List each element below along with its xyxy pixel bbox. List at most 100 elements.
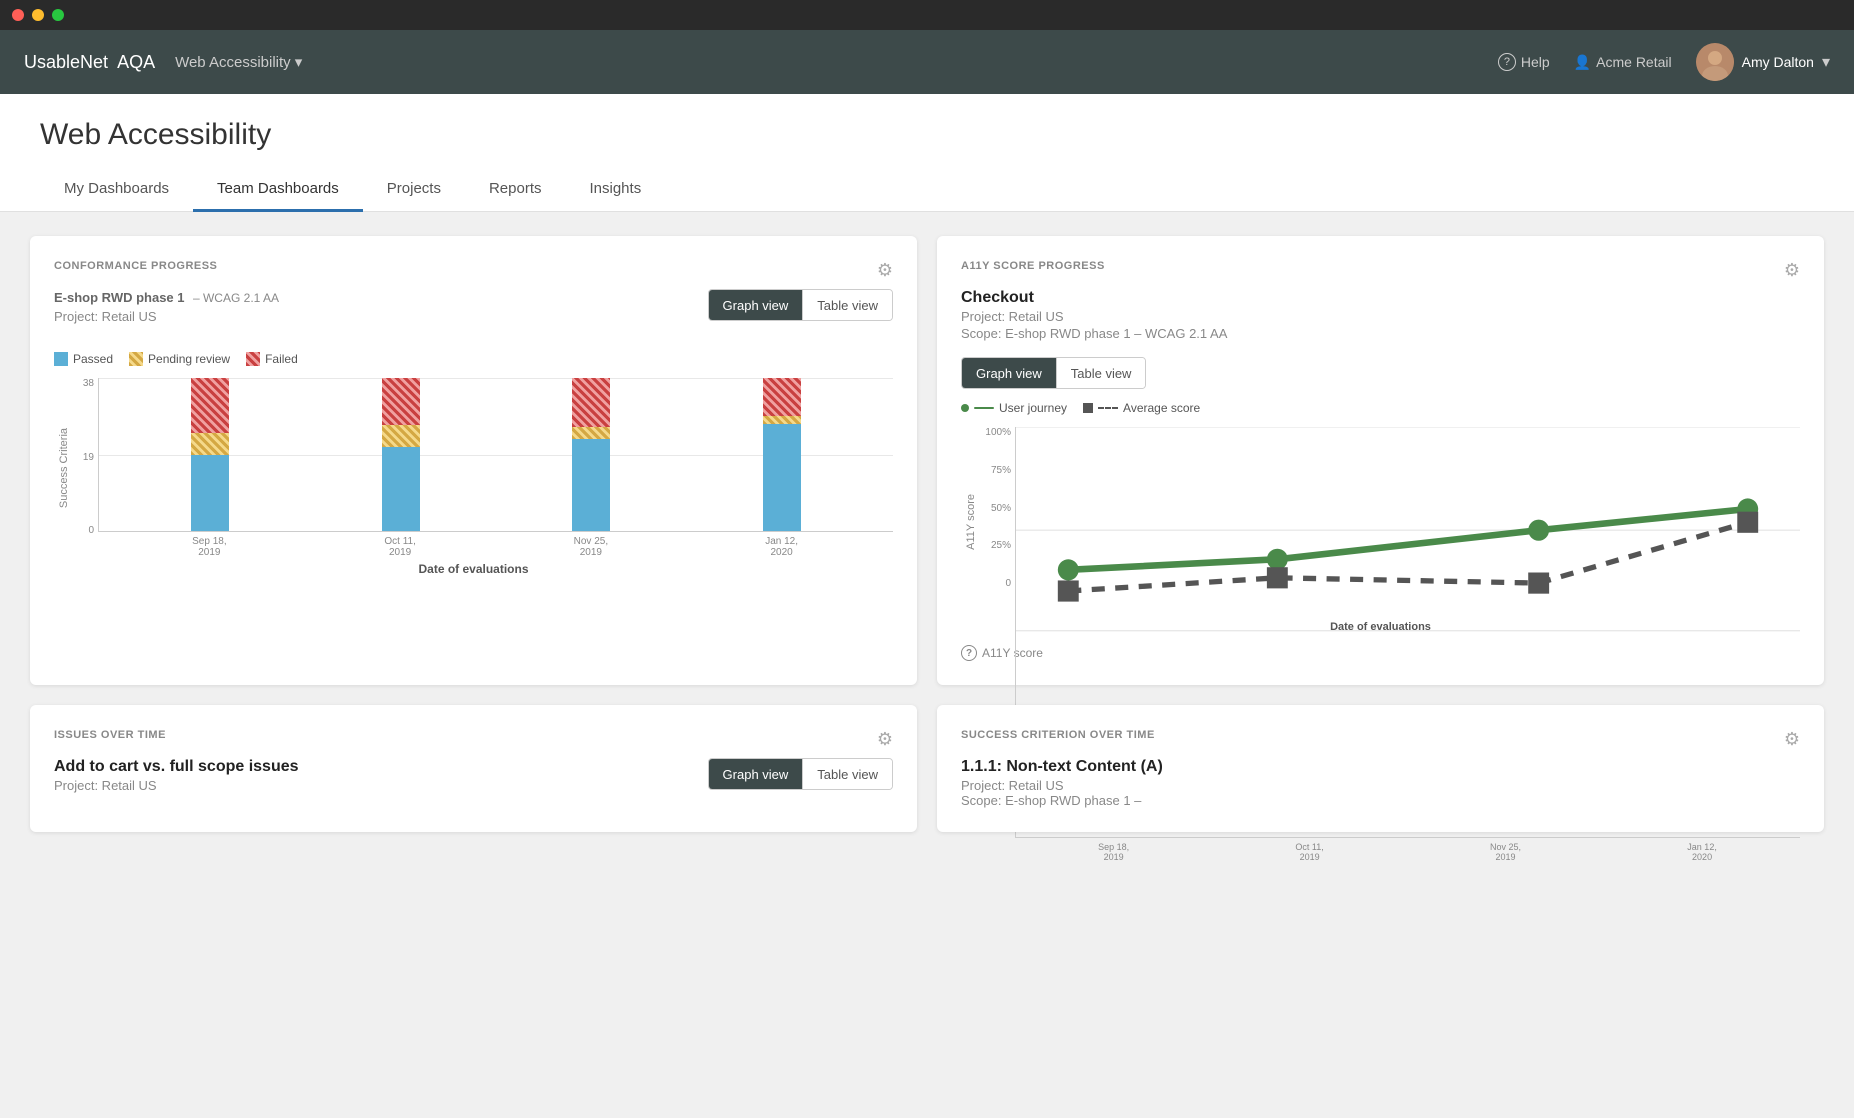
a11y-legend: User journey Average score xyxy=(961,401,1800,415)
success-criterion-card: SUCCESS CRITERION OVER TIME ⚙ 1.1.1: Non… xyxy=(937,705,1824,832)
a11y-score-card: A11Y SCORE PROGRESS ⚙ Checkout Project: … xyxy=(937,236,1824,685)
issues-over-time-card: ISSUES OVER TIME ⚙ Add to cart vs. full … xyxy=(30,705,917,832)
a11y-x-sep18: Sep 18,2019 xyxy=(1098,842,1129,862)
y-pct-0: 0 xyxy=(1005,578,1011,589)
issues-table-view-button[interactable]: Table view xyxy=(803,759,892,789)
x-axis-title: Date of evaluations xyxy=(54,562,893,576)
conformance-card-header: CONFORMANCE PROGRESS ⚙ xyxy=(54,260,893,281)
titlebar xyxy=(0,0,1854,30)
dashboard-cards: CONFORMANCE PROGRESS ⚙ E-shop RWD phase … xyxy=(0,212,1854,856)
success-title: 1.1.1: Non-text Content (A) xyxy=(961,758,1800,776)
x-label-oct11: Oct 11,2019 xyxy=(376,536,424,558)
passed-color xyxy=(54,352,68,366)
y-pct-100: 100% xyxy=(985,427,1011,438)
bars-group xyxy=(99,378,893,531)
y-pct-25: 25% xyxy=(991,540,1011,551)
nav-left: UsableNet AQA Web Accessibility ▾ xyxy=(24,52,302,73)
nav-right: ? Help 👤 Acme Retail Amy Dalton ▾ xyxy=(1498,43,1830,81)
a11y-project-title: Checkout xyxy=(961,289,1800,307)
top-navigation: UsableNet AQA Web Accessibility ▾ ? Help… xyxy=(0,30,1854,94)
tab-team-dashboards[interactable]: Team Dashboards xyxy=(193,168,363,212)
info-icon: ? xyxy=(961,645,977,661)
success-card-header: SUCCESS CRITERION OVER TIME ⚙ xyxy=(961,729,1800,750)
user-journey-dot xyxy=(961,404,969,412)
conformance-project-name: Project: Retail US xyxy=(54,309,279,324)
bar-chart-plot xyxy=(98,378,893,532)
a11y-x-oct11: Oct 11,2019 xyxy=(1295,842,1323,862)
a11y-y-axis-title: A11Y score xyxy=(961,494,979,550)
person-icon: 👤 xyxy=(1574,54,1591,71)
legend-failed: Failed xyxy=(246,352,298,366)
a11y-table-view-button[interactable]: Table view xyxy=(1057,358,1146,388)
success-label: SUCCESS CRITERION OVER TIME xyxy=(961,729,1155,741)
help-link[interactable]: ? Help xyxy=(1498,53,1550,71)
y-pct-75: 75% xyxy=(991,465,1011,476)
avg-score-dashed xyxy=(1098,407,1118,409)
a11y-project-name: Project: Retail US xyxy=(961,309,1800,324)
a11y-card-header: A11Y SCORE PROGRESS ⚙ xyxy=(961,260,1800,281)
issues-graph-view-button[interactable]: Graph view xyxy=(709,759,804,789)
y-pct-50: 50% xyxy=(991,503,1011,514)
a11y-scope: Scope: E-shop RWD phase 1 – WCAG 2.1 AA xyxy=(961,326,1800,341)
y-label-19: 19 xyxy=(83,452,94,463)
main-area: Web Accessibility My Dashboards Team Das… xyxy=(0,94,1854,1118)
conformance-label: CONFORMANCE PROGRESS xyxy=(54,260,217,272)
y-label-38: 38 xyxy=(83,378,94,389)
page-header: Web Accessibility My Dashboards Team Das… xyxy=(0,94,1854,212)
chevron-down-icon: ▾ xyxy=(1822,52,1830,72)
conformance-view-toggle: Graph view Table view xyxy=(708,289,893,321)
a11y-x-nov25: Nov 25,2019 xyxy=(1490,842,1521,862)
tab-my-dashboards[interactable]: My Dashboards xyxy=(40,168,193,212)
conformance-gear-icon[interactable]: ⚙ xyxy=(877,260,893,281)
a11y-x-jan12: Jan 12,2020 xyxy=(1687,842,1717,862)
close-button[interactable] xyxy=(12,9,24,21)
bar-nov25 xyxy=(567,378,615,531)
x-label-nov25: Nov 25,2019 xyxy=(567,536,615,558)
issues-label: ISSUES OVER TIME xyxy=(54,729,166,741)
y-label-0: 0 xyxy=(88,525,94,536)
main-tabs: My Dashboards Team Dashboards Projects R… xyxy=(40,168,1814,211)
failed-color xyxy=(246,352,260,366)
issues-card-header: ISSUES OVER TIME ⚙ xyxy=(54,729,893,750)
graph-view-button[interactable]: Graph view xyxy=(709,290,804,320)
tab-projects[interactable]: Projects xyxy=(363,168,465,212)
maximize-button[interactable] xyxy=(52,9,64,21)
bar-jan12 xyxy=(758,378,806,531)
tab-reports[interactable]: Reports xyxy=(465,168,566,212)
brand-logo[interactable]: UsableNet AQA xyxy=(24,52,155,73)
legend-user-journey: User journey xyxy=(961,401,1067,415)
user-menu[interactable]: Amy Dalton ▾ xyxy=(1696,43,1830,81)
conformance-project-title: E-shop RWD phase 1 – WCAG 2.1 AA xyxy=(54,289,279,307)
a11y-view-toggle: Graph view Table view xyxy=(961,357,1146,389)
tab-insights[interactable]: Insights xyxy=(566,168,666,212)
bar-sep18 xyxy=(186,378,234,531)
avatar xyxy=(1696,43,1734,81)
issues-gear-icon[interactable]: ⚙ xyxy=(877,729,893,750)
conformance-legend: Passed Pending review Failed xyxy=(54,352,893,366)
product-dropdown[interactable]: Web Accessibility ▾ xyxy=(175,53,302,71)
table-view-button[interactable]: Table view xyxy=(803,290,892,320)
minimize-button[interactable] xyxy=(32,9,44,21)
y-axis-title: Success Criteria xyxy=(54,428,72,508)
bar-oct11 xyxy=(377,378,425,531)
a11y-label: A11Y SCORE PROGRESS xyxy=(961,260,1105,272)
avg-score-sq xyxy=(1083,403,1093,413)
a11y-graph-view-button[interactable]: Graph view xyxy=(962,358,1057,388)
help-circle-icon: ? xyxy=(1498,53,1516,71)
success-subtitle: Project: Retail US xyxy=(961,778,1800,793)
legend-avg-score: Average score xyxy=(1083,401,1200,415)
x-label-sep18: Sep 18,2019 xyxy=(185,536,233,558)
company-selector[interactable]: 👤 Acme Retail xyxy=(1574,54,1672,71)
issues-title: Add to cart vs. full scope issues xyxy=(54,758,299,776)
success-scope: Scope: E-shop RWD phase 1 – xyxy=(961,793,1800,808)
chevron-down-icon: ▾ xyxy=(295,53,303,71)
a11y-gear-icon[interactable]: ⚙ xyxy=(1784,260,1800,281)
user-journey-line xyxy=(974,407,994,409)
legend-passed: Passed xyxy=(54,352,113,366)
issues-view-toggle: Graph view Table view xyxy=(708,758,893,790)
user-name: Amy Dalton xyxy=(1742,54,1814,70)
conformance-progress-card: CONFORMANCE PROGRESS ⚙ E-shop RWD phase … xyxy=(30,236,917,685)
legend-pending: Pending review xyxy=(129,352,230,366)
success-gear-icon[interactable]: ⚙ xyxy=(1784,729,1800,750)
x-label-jan12: Jan 12,2020 xyxy=(758,536,806,558)
